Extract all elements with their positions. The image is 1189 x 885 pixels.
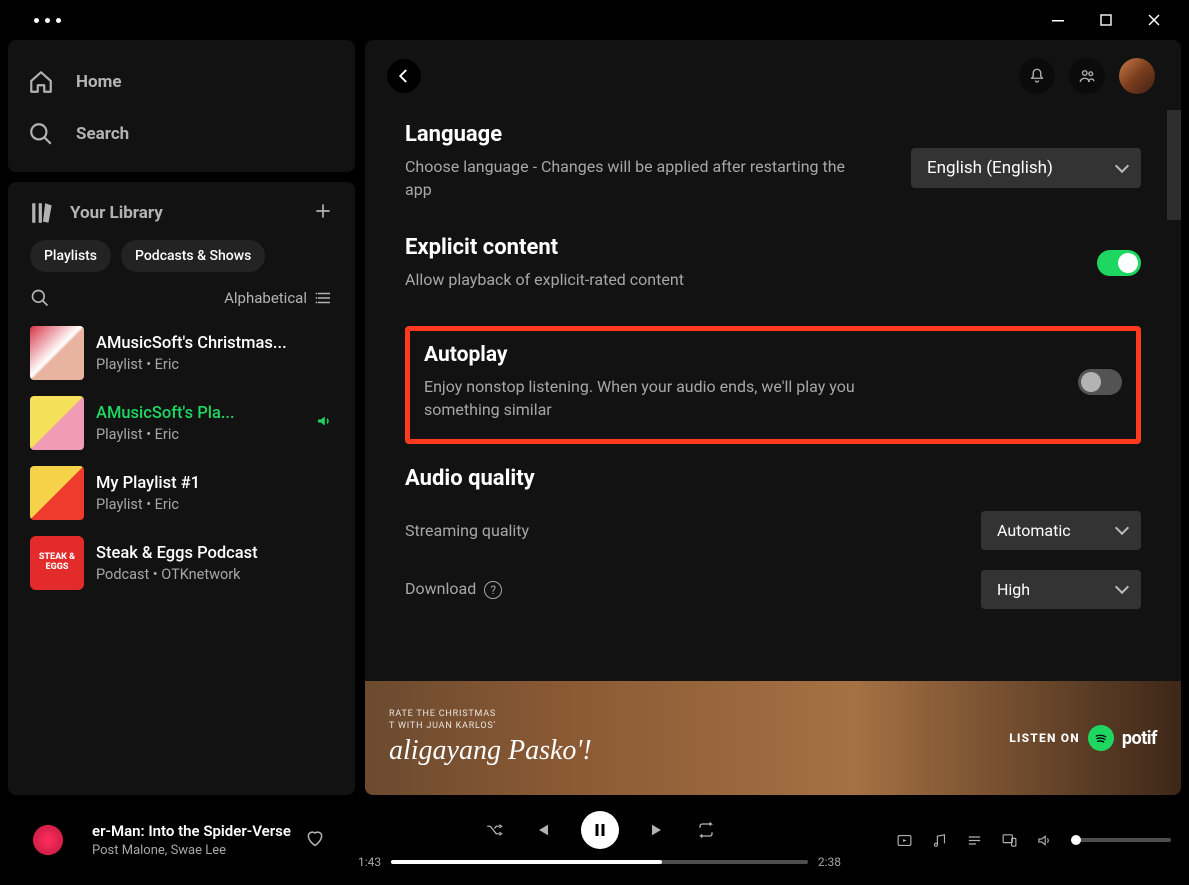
- library-item[interactable]: AMusicSoft's Christmas... Playlist • Eric: [22, 318, 341, 388]
- language-select[interactable]: English (English): [911, 148, 1141, 188]
- library-toggle[interactable]: Your Library: [30, 200, 163, 226]
- nav-home-label: Home: [76, 72, 122, 92]
- autoplay-desc: Enjoy nonstop listening. When your audio…: [424, 375, 904, 421]
- nav-home[interactable]: Home: [28, 56, 335, 108]
- list-icon: [315, 289, 333, 307]
- friends-button[interactable]: [1069, 58, 1105, 94]
- audio-title: Audio quality: [405, 466, 1141, 491]
- playlist-thumb: STEAK & EGGS: [30, 536, 84, 590]
- shuffle-button[interactable]: [485, 821, 503, 839]
- library-item-title: Steak & Eggs Podcast: [96, 544, 258, 563]
- time-elapsed: 1:43: [358, 855, 381, 869]
- track-title[interactable]: er-Man: Into the Spider-Verse: [92, 822, 291, 840]
- filter-chip-podcasts[interactable]: Podcasts & Shows: [121, 240, 265, 272]
- autoplay-title: Autoplay: [424, 343, 904, 367]
- home-icon: [28, 69, 54, 95]
- search-icon: [28, 121, 54, 147]
- banner-listen: LISTEN ON: [1009, 731, 1080, 745]
- library-item-title: My Playlist #1: [96, 474, 200, 493]
- streaming-select[interactable]: Automatic: [981, 511, 1141, 550]
- user-avatar[interactable]: [1119, 58, 1155, 94]
- library-add[interactable]: [313, 200, 333, 226]
- player-bar: er-Man: Into the Spider-Verse Post Malon…: [0, 795, 1189, 885]
- nav-search-label: Search: [76, 124, 129, 144]
- progress-bar[interactable]: [391, 860, 808, 864]
- spotify-icon: [1088, 725, 1114, 751]
- library-sort-label: Alphabetical: [224, 289, 307, 307]
- previous-button[interactable]: [533, 821, 551, 839]
- devices-button[interactable]: [1001, 832, 1018, 849]
- playlist-thumb: [30, 326, 84, 380]
- window-close[interactable]: [1147, 13, 1161, 27]
- banner-brand: potif: [1122, 728, 1157, 749]
- notifications-button[interactable]: [1019, 58, 1055, 94]
- volume-bar[interactable]: [1071, 838, 1171, 842]
- pause-icon: [591, 821, 609, 839]
- library-item[interactable]: AMusicSoft's Pla... Playlist • Eric: [22, 388, 341, 458]
- download-label: Download?: [405, 579, 502, 599]
- autoplay-toggle[interactable]: [1078, 369, 1122, 395]
- queue-button[interactable]: [966, 832, 983, 849]
- library-item-sub: Podcast • OTKnetwork: [96, 566, 258, 583]
- time-total: 2:38: [818, 855, 841, 869]
- filter-chip-playlists[interactable]: Playlists: [30, 240, 111, 272]
- explicit-title: Explicit content: [405, 235, 684, 260]
- library-title: Your Library: [70, 203, 163, 223]
- chevron-left-icon: [395, 67, 413, 85]
- library-item-title: AMusicSoft's Christmas...: [96, 334, 287, 353]
- album-art[interactable]: [18, 810, 78, 870]
- promo-banner[interactable]: RATE THE CHRISTMAS T WITH JUAN KARLOS' a…: [365, 681, 1181, 795]
- explicit-toggle[interactable]: [1097, 250, 1141, 276]
- help-icon[interactable]: ?: [484, 581, 502, 599]
- window-maximize[interactable]: [1099, 13, 1113, 27]
- play-pause-button[interactable]: [581, 811, 619, 849]
- language-desc: Choose language - Changes will be applie…: [405, 155, 865, 201]
- playlist-thumb: [30, 466, 84, 520]
- library-panel: Your Library Playlists Podcasts & Shows …: [8, 182, 355, 795]
- bell-icon: [1028, 67, 1046, 85]
- library-search-icon[interactable]: [30, 288, 50, 308]
- banner-big: aligayang Pasko'!: [389, 735, 592, 767]
- language-title: Language: [405, 122, 865, 147]
- titlebar: [0, 0, 1189, 40]
- track-artist[interactable]: Post Malone, Swae Lee: [92, 843, 291, 858]
- app-menu-dots[interactable]: [10, 18, 61, 23]
- library-icon: [30, 200, 56, 226]
- autoplay-highlight: Autoplay Enjoy nonstop listening. When y…: [405, 326, 1141, 444]
- people-icon: [1078, 67, 1096, 85]
- library-item-sub: Playlist • Eric: [96, 426, 235, 443]
- banner-pre1: RATE THE CHRISTMAS: [389, 709, 592, 721]
- streaming-label: Streaming quality: [405, 521, 529, 540]
- library-item[interactable]: STEAK & EGGS Steak & Eggs Podcast Podcast …: [22, 528, 341, 598]
- playlist-thumb: [30, 396, 84, 450]
- lyrics-button[interactable]: [931, 832, 948, 849]
- like-button[interactable]: [305, 828, 325, 853]
- main-panel: Language Choose language - Changes will …: [365, 40, 1181, 795]
- now-playing-view-button[interactable]: [896, 832, 913, 849]
- now-playing-icon: [315, 412, 333, 434]
- library-sort[interactable]: Alphabetical: [224, 289, 333, 307]
- nav-panel: Home Search: [8, 40, 355, 172]
- volume-button[interactable]: [1036, 832, 1053, 849]
- library-item-title: AMusicSoft's Pla...: [96, 404, 235, 423]
- back-button[interactable]: [387, 59, 421, 93]
- nav-search[interactable]: Search: [28, 108, 335, 160]
- library-item[interactable]: My Playlist #1 Playlist • Eric: [22, 458, 341, 528]
- library-item-sub: Playlist • Eric: [96, 496, 200, 513]
- explicit-desc: Allow playback of explicit-rated content: [405, 268, 684, 291]
- repeat-button[interactable]: [697, 821, 715, 839]
- library-item-sub: Playlist • Eric: [96, 356, 287, 373]
- plus-icon: [313, 201, 333, 221]
- next-button[interactable]: [649, 821, 667, 839]
- download-select[interactable]: High: [981, 570, 1141, 609]
- banner-pre2: T WITH JUAN KARLOS': [389, 721, 592, 733]
- window-minimize[interactable]: [1051, 13, 1065, 27]
